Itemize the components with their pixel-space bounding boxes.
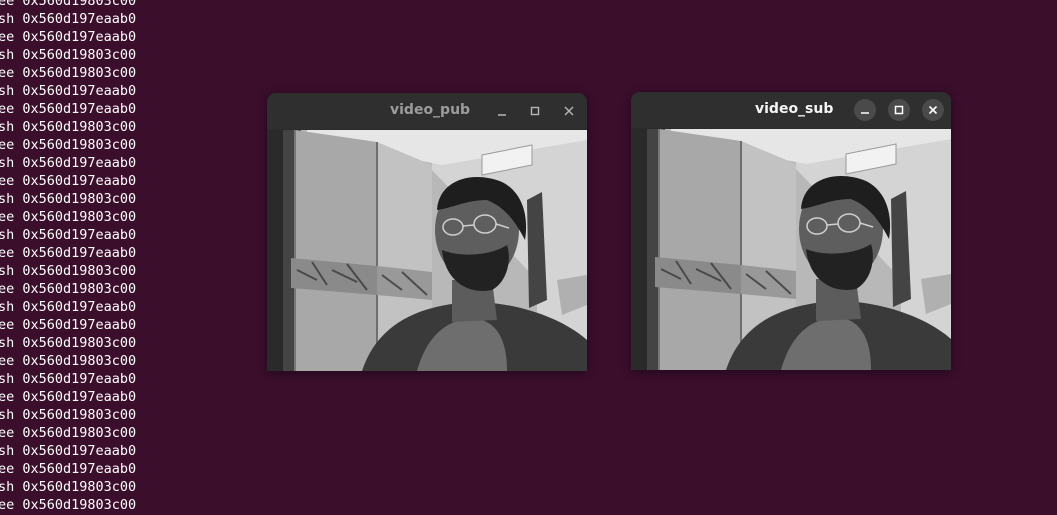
terminal-line: sh 0x560d19803c00	[0, 407, 137, 423]
terminal-line: sh 0x560d19803c00	[0, 119, 137, 135]
terminal-line: ee 0x560d19803c00	[0, 353, 137, 369]
terminal-line: sh 0x560d197eaab0	[0, 155, 137, 171]
terminal-line: ee 0x560d19803c00	[0, 497, 137, 513]
maximize-icon	[530, 106, 540, 116]
terminal-line: ee 0x560d197eaab0	[0, 317, 137, 333]
titlebar[interactable]: video_sub	[631, 92, 951, 128]
close-button[interactable]	[558, 100, 580, 122]
terminal-line: sh 0x560d19803c00	[0, 335, 137, 351]
terminal-line: sh 0x560d19803c00	[0, 47, 137, 63]
minimize-icon	[498, 114, 506, 116]
close-button[interactable]	[922, 99, 944, 121]
video-frame	[631, 129, 951, 370]
video-frame	[267, 130, 587, 371]
minimize-button[interactable]	[854, 99, 876, 121]
terminal-line: ee 0x560d197eaab0	[0, 245, 137, 261]
terminal-line: sh 0x560d197eaab0	[0, 443, 137, 459]
terminal-line: sh 0x560d197eaab0	[0, 299, 137, 315]
close-icon	[564, 106, 574, 116]
terminal-line: ee 0x560d197eaab0	[0, 173, 137, 189]
minimize-icon	[861, 112, 869, 114]
video-pub-window[interactable]: video_pub	[267, 93, 587, 371]
minimize-button[interactable]	[491, 100, 513, 122]
video-sub-window[interactable]: video_sub	[631, 92, 951, 370]
terminal-line: sh 0x560d19803c00	[0, 263, 137, 279]
terminal-line: sh 0x560d197eaab0	[0, 83, 137, 99]
titlebar[interactable]: video_pub	[267, 93, 587, 129]
terminal-line: ee 0x560d19803c00	[0, 65, 137, 81]
terminal-output: ee 0x560d19803c00 sh 0x560d197eaab0 ee 0x5…	[0, 0, 136, 514]
terminal-line: ee 0x560d19803c00	[0, 281, 137, 297]
terminal-line: sh 0x560d197eaab0	[0, 371, 137, 387]
close-icon	[928, 105, 938, 115]
terminal-line: ee 0x560d197eaab0	[0, 101, 137, 117]
terminal-line: ee 0x560d197eaab0	[0, 29, 137, 45]
terminal-line: ee 0x560d19803c00	[0, 209, 137, 225]
terminal-line: ee 0x560d19803c00	[0, 137, 137, 153]
terminal-line: sh 0x560d197eaab0	[0, 227, 137, 243]
maximize-button[interactable]	[524, 100, 546, 122]
terminal-line: sh 0x560d19803c00	[0, 191, 137, 207]
maximize-button[interactable]	[888, 99, 910, 121]
terminal-line: ee 0x560d197eaab0	[0, 461, 137, 477]
terminal-line: ee 0x560d19803c00	[0, 425, 137, 441]
terminal-line: ee 0x560d19803c00	[0, 0, 137, 9]
window-title: video_sub	[755, 101, 834, 117]
terminal-line: sh 0x560d197eaab0	[0, 11, 137, 27]
maximize-icon	[894, 105, 904, 115]
terminal-line: sh 0x560d19803c00	[0, 479, 137, 495]
terminal-line: ee 0x560d197eaab0	[0, 389, 137, 405]
window-title: video_pub	[390, 102, 471, 118]
